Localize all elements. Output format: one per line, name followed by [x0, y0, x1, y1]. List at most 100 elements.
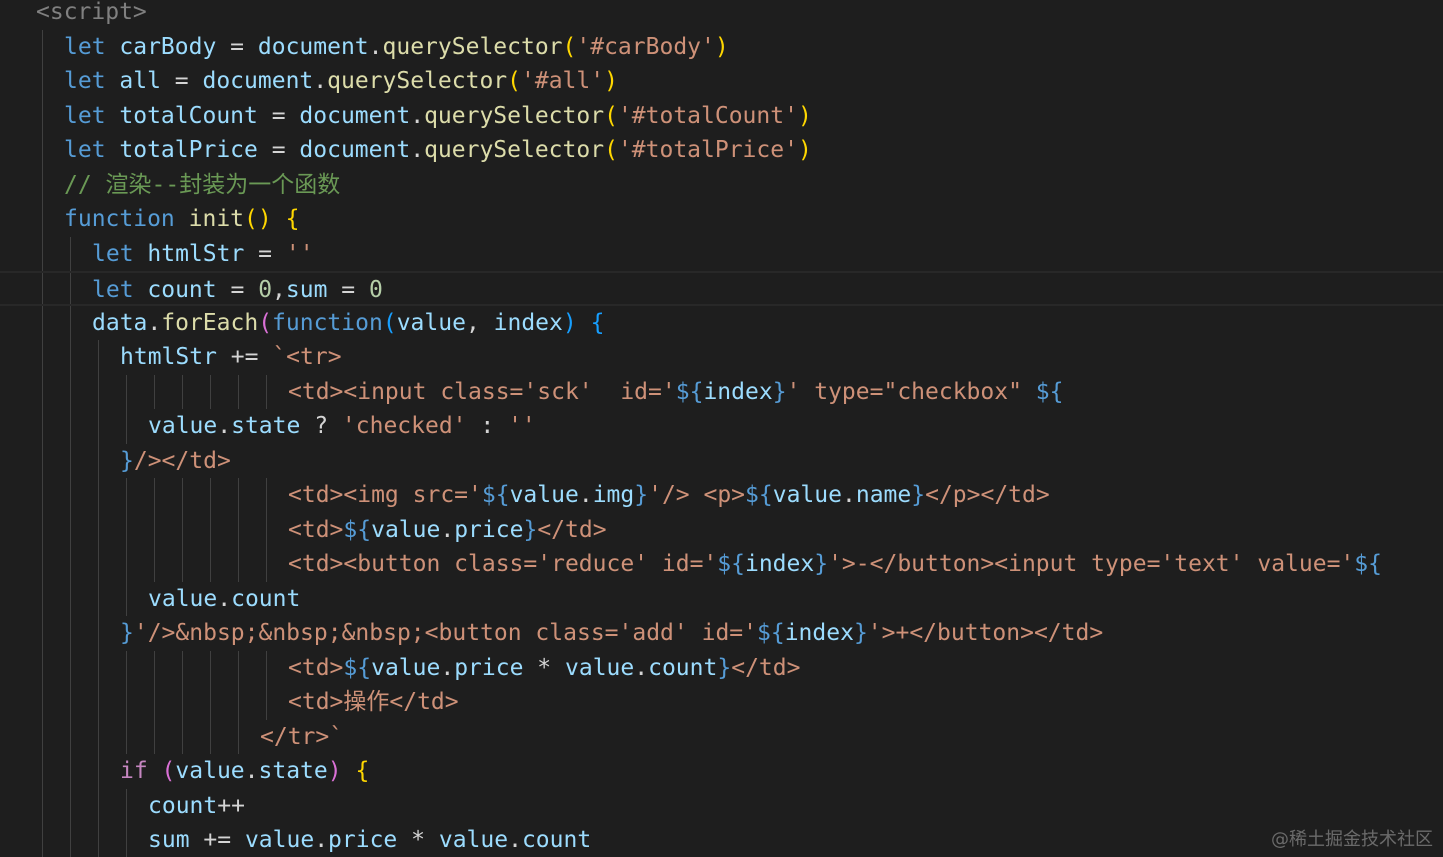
line-text: let htmlStr = '': [92, 237, 314, 272]
code-token: document: [299, 102, 411, 129]
indent-guide: [238, 719, 239, 754]
code-token: <td><input class='sck' id=': [288, 378, 676, 405]
code-token: data: [92, 309, 148, 336]
code-token: querySelector: [424, 102, 605, 129]
code-token: .: [217, 585, 232, 612]
indent-guide: [210, 719, 211, 754]
code-token: count: [521, 827, 592, 853]
code-token: value: [244, 827, 315, 853]
code-token: price: [454, 654, 524, 681]
indent-guide: [182, 685, 183, 720]
indent-guide: [266, 685, 267, 720]
code-token: ?: [300, 413, 342, 439]
code-token: value: [148, 585, 218, 612]
code-token: ): [604, 68, 618, 94]
line-text: let totalCount = document.querySelector(…: [64, 99, 812, 134]
code-line[interactable]: <td>操作</td>: [0, 685, 1443, 720]
indent-guide: [42, 719, 43, 754]
code-token: </td>: [731, 654, 801, 681]
code-line[interactable]: count++: [0, 788, 1443, 823]
code-token: value: [371, 516, 441, 543]
code-line[interactable]: data.forEach(function(value, index) {: [0, 305, 1443, 341]
code-line[interactable]: let totalCount = document.querySelector(…: [0, 98, 1443, 134]
indent-guide: [42, 340, 43, 375]
line-text: }'/>&nbsp;&nbsp;&nbsp;<button class='add…: [120, 616, 1103, 651]
line-text: </tr>`: [260, 720, 343, 755]
indent-guide: [238, 478, 239, 513]
indent-guide: [42, 305, 43, 340]
code-line[interactable]: let htmlStr = '': [0, 236, 1443, 272]
code-token: img: [592, 482, 635, 508]
indent-guide: [266, 374, 267, 409]
code-token: let: [64, 68, 120, 94]
code-line[interactable]: function init() {: [0, 202, 1443, 237]
code-token: }: [634, 482, 649, 508]
code-line[interactable]: htmlStr += `<tr>: [0, 340, 1443, 375]
code-area[interactable]: <script> let carBody = document.querySele…: [0, 0, 1443, 857]
indent-guide: [126, 685, 127, 720]
code-token: }: [911, 482, 926, 508]
code-token: .: [313, 68, 328, 94]
code-line[interactable]: <td>${value.price}</td>: [0, 512, 1443, 547]
indent-guide: [126, 512, 127, 547]
indent-guide: [70, 512, 71, 547]
code-token: ' type="checkbox": [786, 378, 1036, 405]
code-token: ${: [1354, 551, 1382, 577]
code-token: =: [244, 240, 286, 267]
code-token: '/> <p>: [648, 482, 746, 508]
line-text: value.state ? 'checked' : '': [148, 409, 536, 444]
code-token: .: [314, 827, 329, 853]
indent-guide: [70, 340, 71, 375]
code-line[interactable]: }/></td>: [0, 443, 1443, 478]
code-token: document: [257, 33, 369, 60]
code-token: .: [368, 33, 383, 60]
indent-guide: [98, 754, 99, 789]
code-line[interactable]: <script>: [0, 0, 1443, 30]
code-line[interactable]: let count = 0,sum = 0: [0, 271, 1443, 306]
code-line[interactable]: <td><img src='${value.img}'/> <p>${value…: [0, 478, 1443, 513]
code-line[interactable]: // 渲染--封装为一个函数: [0, 167, 1443, 203]
indent-guide: [70, 788, 71, 823]
code-line[interactable]: value.count: [0, 581, 1443, 616]
indent-guide: [154, 478, 155, 513]
indent-guide: [70, 754, 71, 789]
code-token: value: [509, 482, 579, 508]
code-line[interactable]: <td><input class='sck' id='${index}' typ…: [0, 374, 1443, 409]
code-token: }: [814, 551, 829, 577]
indent-guide: [238, 374, 239, 409]
code-editor[interactable]: <script> let carBody = document.querySele…: [0, 0, 1443, 857]
code-token: document: [202, 68, 314, 94]
code-token: {: [355, 758, 370, 784]
code-line[interactable]: </tr>`: [0, 719, 1443, 755]
code-line[interactable]: let all = document.querySelector('#all'): [0, 64, 1443, 99]
code-token: all: [119, 68, 161, 94]
code-token: +=: [216, 344, 273, 370]
indent-guide: [154, 650, 155, 685]
code-token: totalPrice: [119, 137, 258, 163]
code-line[interactable]: <td>${value.price * value.count}</td>: [0, 650, 1443, 685]
code-token: </tr>`: [260, 723, 344, 750]
code-token: value: [438, 827, 509, 853]
line-text: let count = 0,sum = 0: [92, 273, 383, 308]
line-text: // 渲染--封装为一个函数: [64, 168, 340, 203]
code-token: (: [258, 309, 273, 336]
line-text: data.forEach(function(value, index) {: [92, 306, 604, 341]
code-line[interactable]: let carBody = document.querySelector('#c…: [0, 29, 1443, 64]
code-token: price: [328, 827, 398, 853]
code-line[interactable]: value.state ? 'checked' : '': [0, 409, 1443, 444]
code-token: // 渲染--封装为一个函数: [64, 171, 341, 198]
code-line[interactable]: sum += value.price * value.count: [0, 823, 1443, 857]
code-token: 0: [369, 277, 383, 303]
code-line[interactable]: <td><button class='reduce' id='${index}'…: [0, 547, 1443, 582]
indent-guide: [42, 374, 43, 409]
code-token: init: [188, 206, 245, 232]
indent-guide: [42, 202, 43, 237]
indent-guide: [70, 581, 71, 616]
code-line[interactable]: }'/>&nbsp;&nbsp;&nbsp;<button class='add…: [0, 616, 1443, 651]
code-token: querySelector: [424, 137, 605, 163]
indent-guide: [126, 478, 127, 513]
indent-guide: [210, 512, 211, 547]
code-line[interactable]: let totalPrice = document.querySelector(…: [0, 133, 1443, 168]
code-line[interactable]: if (value.state) {: [0, 754, 1443, 789]
code-token: function: [272, 309, 383, 336]
